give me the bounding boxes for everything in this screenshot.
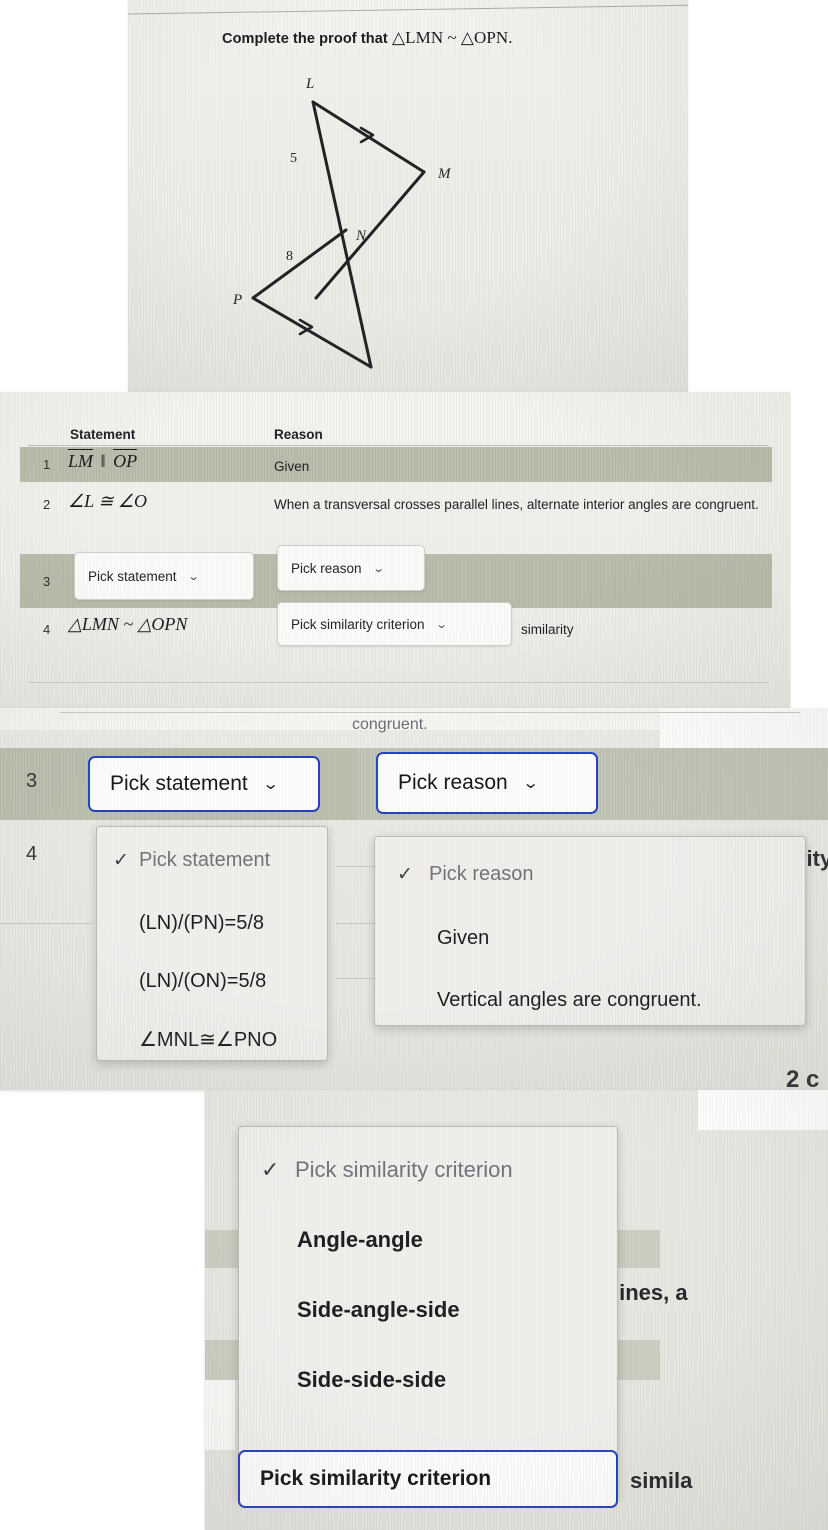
question-prompt: Complete the proof that △LMN ~ △OPN. [222,28,513,48]
clipped-lines-text: lines, a [613,1280,688,1305]
triangle-figure: L M N P O 5 8 [232,76,452,369]
check-icon: ✓ [261,1157,280,1182]
underlying-rule-2 [336,923,376,924]
column-header-statement: Statement [70,427,136,442]
underlying-rule-3 [336,978,376,979]
menu-item[interactable]: (LN)/(ON)=5/8 [139,970,266,993]
menu-item[interactable]: Pick similarity criterion [295,1157,513,1183]
chevron-down-icon: ⌄ [371,562,385,575]
page-edge-line [128,4,688,15]
row-3-reason-select-label: Pick reason [291,560,362,576]
row-number-3: 3 [43,574,51,589]
check-icon: ✓ [113,850,129,871]
menu-item[interactable]: ∠MNL≅∠PNO [139,1027,277,1052]
segment-LM: LM [68,449,94,471]
header-rule [28,445,768,446]
question-similar-symbol: ~ [447,28,457,47]
row-3-statement-select[interactable]: Pick statement ⌄ [74,552,254,600]
vertex-label-P: P [232,292,242,308]
vertex-label-L: L [305,76,314,92]
chevron-down-icon: ⌄ [521,775,540,792]
side-length-5: 5 [290,151,297,166]
row-4-similarity-select[interactable]: Pick similarity criterion ⌄ [277,602,512,646]
reason-select-focused[interactable]: Pick reason ⌄ [376,752,598,814]
row-number-4: 4 [43,622,51,637]
row-4-similarity-select-label: Pick similarity criterion [291,616,425,632]
row-2-statement: ∠L ≅ ∠O [68,491,148,511]
reason-dropdown-menu[interactable]: ✓ Pick reason Given Vertical angles are … [374,836,806,1026]
panel-top-white-right [698,1090,828,1130]
question-triangle-1: △LMN [391,28,444,47]
row-4-statement: △LMN ~ △OPN [68,614,188,634]
proof-table-panel: Statement Reason 1 LM ‖ OP Given 2 ∠L ≅ … [0,392,790,708]
check-icon: ✓ [397,864,413,885]
similarity-suffix-text: simila [630,1468,693,1493]
row-3-statement-select-label: Pick statement [88,568,177,584]
parallel-symbol: ‖ [100,451,106,471]
row-1-statement: LM ‖ OP [68,449,138,472]
menu-item[interactable]: Side-side-side [297,1367,446,1393]
menu-item[interactable]: Vertical angles are congruent. [437,989,702,1012]
open-dropdowns-panel: congruent. 3 Pick statement ⌄ Pick reaso… [0,708,828,1090]
column-header-reason: Reason [274,427,323,442]
menu-item[interactable]: Given [437,927,489,950]
underlying-select-edge [205,1380,235,1450]
similarity-select-label: Pick similarity criterion [260,1467,492,1490]
underlying-rule-1 [0,923,92,924]
underlying-rule-4 [336,866,376,867]
row-number-4-zoom: 4 [26,843,38,865]
similarity-select-focused[interactable]: Pick similarity criterion [238,1450,618,1508]
chevron-down-icon: ⌄ [434,618,448,631]
side-length-8: 8 [286,249,293,264]
cut-rule [60,712,800,713]
question-figure-panel: Complete the proof that △LMN ~ △OPN. L M… [128,0,688,392]
row-4-reason-suffix: similarity [521,622,574,637]
row-1-reason: Given [274,459,310,474]
clipped-two-text: 2 c [786,1066,820,1090]
menu-item[interactable]: Angle-angle [297,1227,423,1253]
row-number-3-zoom: 3 [26,770,38,792]
chevron-down-icon: ⌄ [261,776,280,793]
reason-select-label: Pick reason [398,771,508,794]
question-prompt-prefix: Complete the proof that [222,31,388,47]
row-number-1: 1 [43,457,51,472]
menu-item[interactable]: Side-angle-side [297,1297,460,1323]
vertex-label-N: N [355,228,367,244]
row-3-reason-select[interactable]: Pick reason ⌄ [277,545,425,591]
statement-select-label: Pick statement [110,772,248,795]
segment-OP: OP [113,449,138,471]
statement-dropdown-menu[interactable]: ✓ Pick statement (LN)/(PN)=5/8 (LN)/(ON)… [96,826,328,1061]
question-triangle-2: △OPN. [460,28,513,47]
row-number-2: 2 [43,497,51,512]
vertex-label-M: M [437,166,452,182]
similarity-dropdown-menu[interactable]: ✓ Pick similarity criterion Angle-angle … [238,1126,618,1498]
footer-rule [28,682,768,683]
statement-select-focused[interactable]: Pick statement ⌄ [88,756,320,812]
panel-top-white [660,708,828,748]
menu-item[interactable]: Pick statement [139,849,270,872]
similarity-dropdown-panel: lines, a ✓ Pick similarity criterion Ang… [205,1090,828,1530]
menu-item[interactable]: (LN)/(PN)=5/8 [139,912,264,935]
chevron-down-icon: ⌄ [186,570,200,583]
clipped-congruent-text: congruent. [352,716,428,733]
menu-item[interactable]: Pick reason [429,863,534,886]
row-2-reason: When a transversal crosses parallel line… [274,497,759,512]
